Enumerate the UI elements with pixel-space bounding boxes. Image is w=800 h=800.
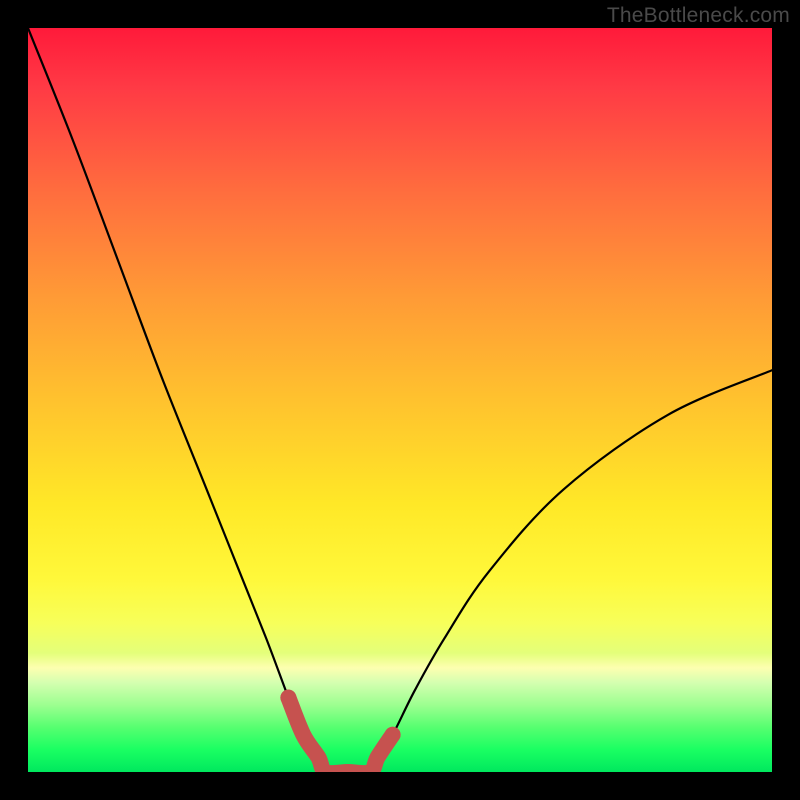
optimal-range-endpoint: [385, 727, 401, 743]
optimal-range-endpoint: [280, 690, 296, 706]
chart-frame: TheBottleneck.com: [0, 0, 800, 800]
bottleneck-curve: [28, 28, 772, 772]
watermark-text: TheBottleneck.com: [607, 4, 790, 28]
plot-area: [28, 28, 772, 772]
curve-layer: [28, 28, 772, 772]
optimal-range-highlight: [288, 698, 392, 772]
